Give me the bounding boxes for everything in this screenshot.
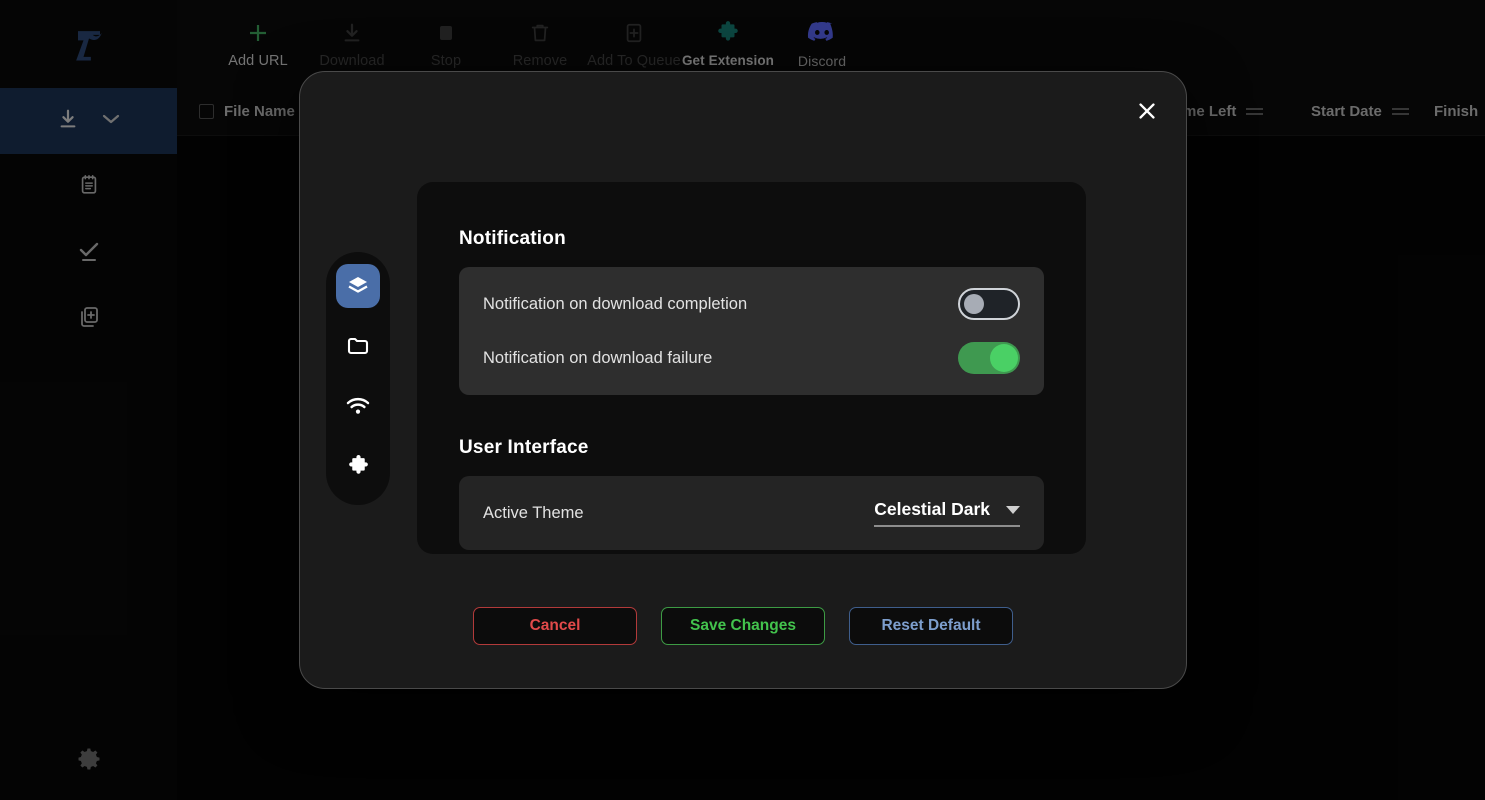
setting-label-completion: Notification on download completion — [483, 294, 748, 313]
toggle-knob — [990, 344, 1018, 372]
notification-section-title: Notification — [459, 228, 566, 249]
settings-nav-rail — [326, 252, 390, 505]
setting-label-failure: Notification on download failure — [483, 348, 713, 367]
setting-label-theme: Active Theme — [483, 503, 584, 522]
chevron-down-icon — [1006, 505, 1020, 514]
cancel-button[interactable]: Cancel — [473, 607, 637, 645]
theme-card: Active Theme Celestial Dark — [459, 476, 1044, 550]
settings-modal: Notification Notification on download co… — [299, 71, 1187, 689]
close-icon — [1139, 103, 1155, 119]
wifi-icon — [346, 398, 370, 414]
layers-icon — [348, 277, 368, 293]
setting-row-theme: Active Theme Celestial Dark — [483, 486, 1020, 540]
puzzle-icon — [348, 454, 368, 474]
settings-panel: Notification Notification on download co… — [417, 182, 1086, 554]
reset-default-button[interactable]: Reset Default — [849, 607, 1013, 645]
save-changes-button[interactable]: Save Changes — [661, 607, 825, 645]
user-interface-section-title: User Interface — [459, 437, 589, 458]
nav-item-downloads[interactable] — [336, 324, 380, 368]
close-button[interactable] — [1128, 92, 1166, 130]
nav-item-extension[interactable] — [336, 444, 380, 488]
notification-card: Notification on download completion Noti… — [459, 267, 1044, 395]
toggle-notification-completion[interactable] — [958, 288, 1020, 320]
app-window: Add URL Download Stop Remove Add To Queu… — [0, 0, 1485, 800]
theme-select-value: Celestial Dark — [874, 499, 990, 519]
setting-row-completion: Notification on download completion — [483, 277, 1020, 331]
setting-row-failure: Notification on download failure — [483, 331, 1020, 385]
theme-select[interactable]: Celestial Dark — [874, 499, 1020, 527]
modal-actions: Cancel Save Changes Reset Default — [300, 607, 1186, 645]
folder-icon — [347, 337, 369, 355]
nav-item-general[interactable] — [336, 264, 380, 308]
toggle-knob — [964, 294, 984, 314]
nav-item-network[interactable] — [336, 384, 380, 428]
toggle-notification-failure[interactable] — [958, 342, 1020, 374]
